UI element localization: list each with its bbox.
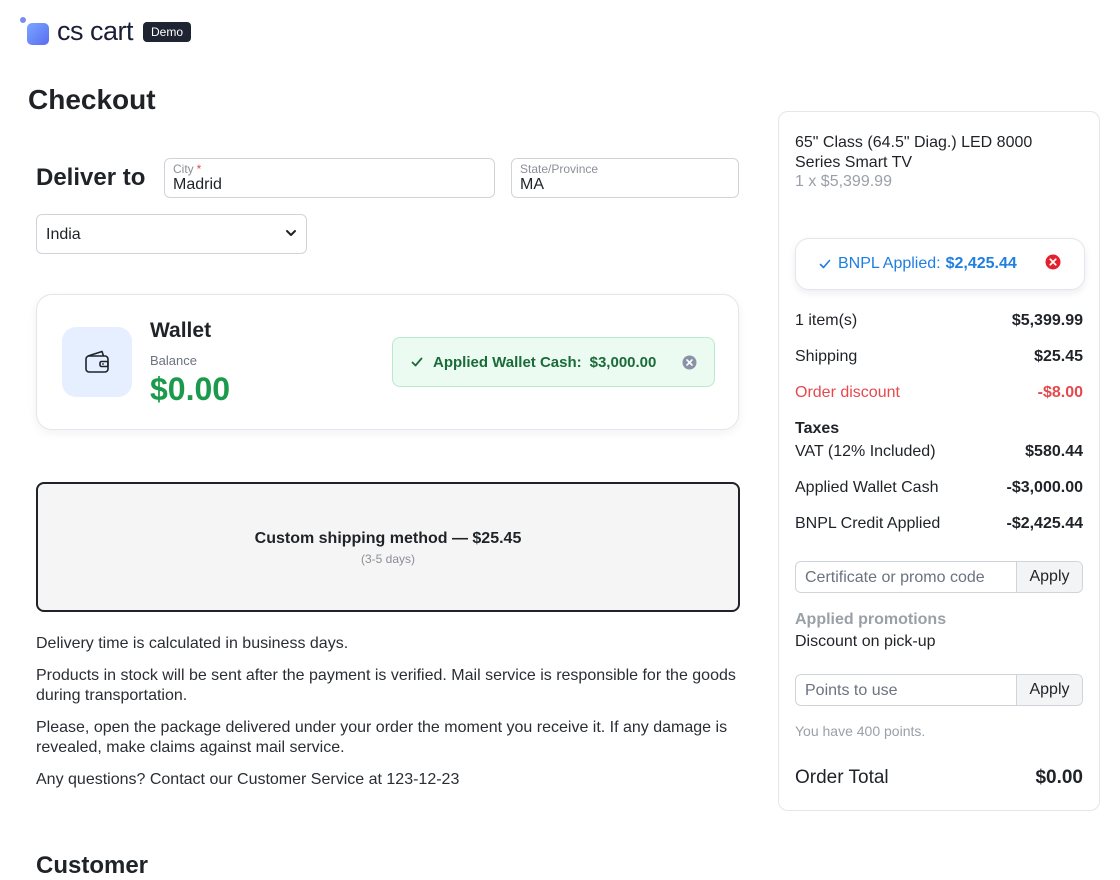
points-input[interactable]: Points to use xyxy=(805,682,898,700)
package-info-text: Please, open the package delivered under… xyxy=(36,719,728,756)
applied-wallet-cash-badge: Applied Wallet Cash: $3,000.00 xyxy=(392,337,715,387)
page-title: Checkout xyxy=(28,84,156,115)
stock-info-text: Products in stock will be sent after the… xyxy=(36,667,736,704)
wallet-balance: $0.00 xyxy=(150,371,231,407)
applied-promotion-item: Discount on pick-up xyxy=(795,633,936,650)
points-note: You have 400 points. xyxy=(795,723,926,739)
promo-code-input[interactable]: Certificate or promo code xyxy=(805,569,985,587)
state-province-value: MA xyxy=(520,176,544,193)
required-marker: * xyxy=(196,162,202,176)
shipping-method-days: (3-5 days) xyxy=(360,552,416,566)
state-province-field[interactable]: State/Province MA xyxy=(511,158,739,198)
bnpl-applied-label: BNPL Applied: xyxy=(838,255,941,272)
contact-info-text: Any questions? Contact our Customer Serv… xyxy=(36,771,460,788)
shipping-method-name: Custom shipping method — $25.45 xyxy=(254,530,522,547)
city-field[interactable]: City * Madrid xyxy=(164,158,495,198)
applied-wallet-cash-label: Applied Wallet Cash: xyxy=(433,353,582,371)
order-total-label: Order Total xyxy=(795,767,889,788)
apply-points-button[interactable]: Apply xyxy=(1016,675,1082,705)
applied-wallet-cash-amount: $3,000.00 xyxy=(589,353,657,371)
apply-promo-button[interactable]: Apply xyxy=(1016,562,1082,592)
wallet-balance-label: Balance xyxy=(150,353,197,368)
applied-promotions-title: Applied promotions xyxy=(795,611,947,628)
remove-wallet-cash-icon[interactable] xyxy=(682,355,697,370)
check-icon xyxy=(819,259,831,269)
bnpl-applied-amount: $2,425.44 xyxy=(945,255,1017,272)
logo-text: cs cart xyxy=(57,16,134,46)
wallet-icon xyxy=(62,327,132,397)
shipping-method-option[interactable]: Custom shipping method — $25.45 (3-5 day… xyxy=(36,482,740,612)
city-value: Madrid xyxy=(173,176,222,193)
order-total-value: $0.00 xyxy=(1035,767,1083,788)
items-value: $5,399.99 xyxy=(1011,312,1083,329)
country-select[interactable]: India xyxy=(36,214,307,254)
discount-value: -$8.00 xyxy=(1037,384,1083,401)
discount-label: Order discount xyxy=(795,384,900,401)
cscart-logo-icon xyxy=(20,16,50,47)
wallet-cash-value: -$3,000.00 xyxy=(1006,479,1083,496)
points-group: Points to use Apply xyxy=(795,674,1083,706)
product-quantity-price: 1 x $5,399.99 xyxy=(795,173,892,190)
wallet-cash-label: Applied Wallet Cash xyxy=(795,479,939,496)
deliver-to-heading: Deliver to xyxy=(36,164,146,191)
taxes-label: Taxes xyxy=(795,420,840,437)
wallet-title: Wallet xyxy=(150,319,212,342)
state-province-label: State/Province xyxy=(520,162,599,176)
shipping-value: $25.45 xyxy=(1034,348,1083,365)
order-summary: 65" Class (64.5" Diag.) LED 8000 Series … xyxy=(778,111,1100,811)
bnpl-applied-chip: BNPL Applied: $2,425.44 xyxy=(795,238,1085,290)
bnpl-credit-label: BNPL Credit Applied xyxy=(795,515,941,532)
city-label: City * xyxy=(173,162,202,176)
promo-code-group: Certificate or promo code Apply xyxy=(795,561,1083,593)
remove-bnpl-icon[interactable] xyxy=(1045,254,1061,270)
wallet-card: Wallet Balance $0.00 Applied Wallet Cash… xyxy=(36,294,739,430)
chevron-down-icon xyxy=(286,230,296,236)
customer-heading: Customer xyxy=(36,852,149,879)
check-icon xyxy=(411,357,423,367)
logo[interactable]: cs cart Demo xyxy=(20,16,192,47)
delivery-info-text: Delivery time is calculated in business … xyxy=(36,635,349,652)
bnpl-credit-value: -$2,425.44 xyxy=(1006,515,1083,532)
shipping-label: Shipping xyxy=(795,348,858,365)
product-name-link[interactable]: 65" Class (64.5" Diag.) LED 8000 Series … xyxy=(795,133,1035,173)
country-value: India xyxy=(46,226,81,243)
items-label: 1 item(s) xyxy=(795,312,858,329)
vat-label: VAT (12% Included) xyxy=(795,443,936,460)
vat-value: $580.44 xyxy=(1025,443,1083,460)
demo-badge: Demo xyxy=(143,21,192,42)
